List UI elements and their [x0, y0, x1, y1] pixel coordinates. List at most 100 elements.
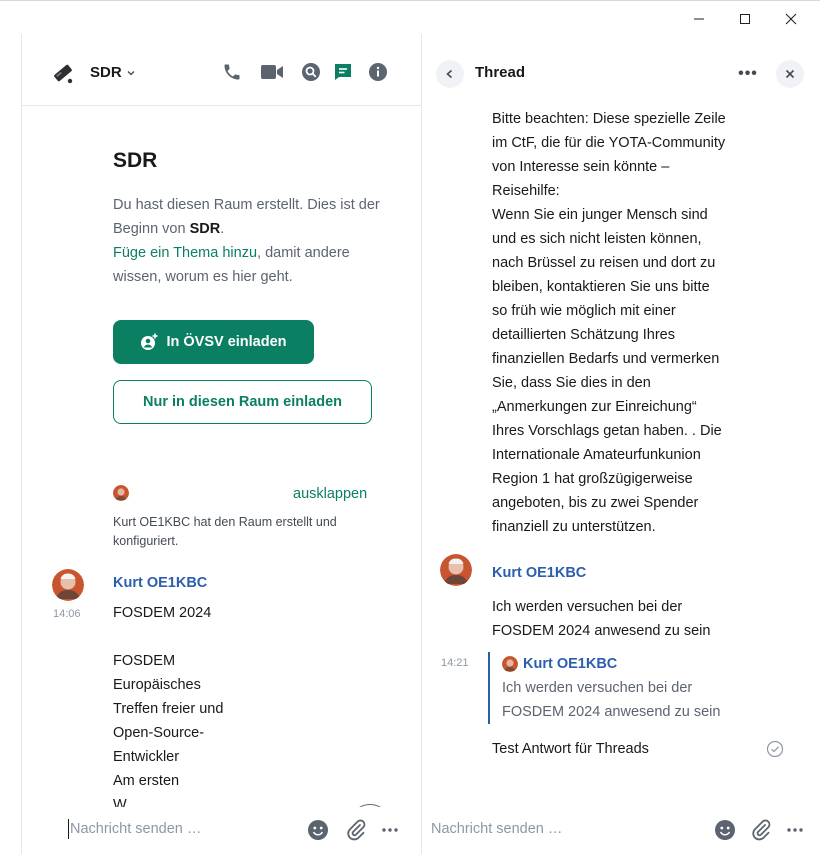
message-line: Europäisches: [113, 677, 201, 693]
thread-line: im CtF, die für die YOTA-Community: [492, 135, 726, 151]
window-titlebar: [0, 0, 820, 34]
room-timeline[interactable]: SDR Du hast diesen Raum erstellt. Dies i…: [22, 107, 421, 807]
message-line: FOSDEM: [113, 653, 176, 669]
thread-line: so früh wie möglich mit einer: [492, 303, 676, 319]
intro-text-prefix: Du hast diesen Raum erstellt. Dies ist d…: [113, 197, 380, 237]
more-options-button[interactable]: [378, 818, 402, 842]
quote-sender: Kurt OE1KBC: [523, 656, 618, 672]
more-icon: [787, 828, 803, 832]
thread-line: Sie, dass Sie dies in den: [492, 375, 651, 391]
room-created-summary: Kurt OE1KBC hat den Raum erstellt und ko…: [113, 515, 337, 548]
thread-header: Thread •••: [422, 34, 820, 106]
room-name: SDR: [90, 64, 122, 81]
reply-line: Ich werden versuchen bei der: [492, 599, 683, 615]
thread-more-options-button[interactable]: [783, 818, 807, 842]
voice-call-button[interactable]: [221, 61, 243, 83]
room-intro-text: Du hast diesen Raum erstellt. Dies ist d…: [113, 193, 393, 289]
thread-options-button[interactable]: •••: [734, 60, 762, 88]
add-topic-link[interactable]: Füge ein Thema hinzu: [113, 245, 257, 261]
thread-line: Bitte beachten: Diese spezielle Zeile: [492, 111, 726, 127]
minimize-button[interactable]: [676, 6, 722, 32]
message-body: FOSDEM 2024 FOSDEM Europäisches Treffen …: [113, 601, 353, 807]
reply-message: Ich werden versuchen bei der FOSDEM 2024…: [492, 595, 782, 643]
close-icon: [785, 13, 797, 25]
close-window-button[interactable]: [768, 6, 814, 32]
room-name-button[interactable]: SDR: [90, 64, 136, 81]
message-timestamp: 14:06: [53, 608, 81, 620]
more-icon: [382, 828, 398, 832]
search-icon: [302, 63, 320, 81]
close-icon: [785, 69, 795, 79]
thread-attach-button[interactable]: [749, 818, 773, 842]
video-call-button[interactable]: [259, 61, 285, 83]
quote-line: FOSDEM 2024 anwesend zu sein: [502, 704, 721, 720]
thread-line: und es sich nicht leisten können,: [492, 231, 702, 247]
reply-sender-avatar[interactable]: [440, 554, 472, 586]
search-button[interactable]: [300, 61, 322, 83]
invite-to-space-label: In ÖVSV einladen: [166, 334, 287, 350]
user-add-icon: [141, 333, 158, 350]
room-message-input[interactable]: Nachricht senden …: [68, 819, 201, 839]
thread-line: Ihres Vorschlags getan haben. . Die: [492, 423, 722, 439]
attach-button[interactable]: [344, 818, 368, 842]
message-line: [113, 625, 353, 649]
threads-button[interactable]: [332, 61, 354, 83]
emoji-button[interactable]: [306, 818, 330, 842]
room-intro-title: SDR: [113, 149, 158, 172]
creator-avatar[interactable]: [113, 485, 129, 501]
read-receipt-icon[interactable]: [766, 740, 784, 758]
reply-line: FOSDEM 2024 anwesend zu sein: [492, 623, 711, 639]
thread-composer: Nachricht senden …: [422, 807, 820, 854]
paperclip-icon: [752, 819, 771, 841]
thread-line: Region 1 hat großzügigerweise: [492, 471, 693, 487]
quote-avatar: [502, 656, 518, 672]
intro-room-name: SDR: [189, 221, 221, 237]
threads-icon: [335, 64, 351, 80]
maximize-icon: [740, 14, 750, 24]
thread-title: Thread: [475, 64, 526, 81]
quoted-message[interactable]: Kurt OE1KBC Ich werden versuchen bei der…: [488, 652, 768, 724]
thread-emoji-button[interactable]: [713, 818, 737, 842]
room-info-button[interactable]: [367, 61, 389, 83]
room-avatar-icon[interactable]: [50, 60, 76, 86]
message-line: Treffen freier und: [113, 701, 224, 717]
maximize-button[interactable]: [722, 6, 768, 32]
emoji-icon: [715, 820, 735, 840]
reply-sender[interactable]: Kurt OE1KBC: [492, 565, 586, 581]
thread-line: Wenn Sie ein junger Mensch sind: [492, 207, 708, 223]
reply-timestamp: 14:21: [441, 657, 469, 669]
sender-avatar[interactable]: [52, 569, 84, 601]
paperclip-icon: [347, 819, 366, 841]
quote-line: Ich werden versuchen bei der: [502, 680, 693, 696]
room-header: SDR: [22, 34, 421, 106]
titlebar-border: [0, 0, 820, 1]
info-icon: [369, 63, 387, 81]
quote-sender-row: Kurt OE1KBC: [502, 652, 768, 676]
message-line: Open-Source-: [113, 725, 205, 741]
message-sender[interactable]: Kurt OE1KBC: [113, 575, 207, 591]
thread-line: finanziellen Bedarfs und vermerken: [492, 351, 720, 367]
thread-panel: Thread ••• Bitte beachten: Diese speziel…: [422, 34, 820, 854]
chevron-left-icon: [446, 69, 453, 79]
thread-message-input[interactable]: Nachricht senden …: [431, 819, 562, 839]
phone-icon: [224, 64, 240, 80]
expand-events-link[interactable]: ausklappen: [293, 486, 367, 502]
thread-line: detaillierten Schätzung Ihres: [492, 327, 675, 343]
message-line: Am ersten: [113, 773, 180, 789]
invite-to-space-button[interactable]: In ÖVSV einladen: [113, 320, 314, 364]
message-line: FOSDEM 2024: [113, 605, 212, 621]
message-line: W...: [113, 797, 138, 807]
thread-close-button[interactable]: [776, 60, 804, 88]
thread-line: nach Brüssel zu reisen und dort zu: [492, 255, 716, 271]
emoji-icon: [308, 820, 328, 840]
invite-to-room-button[interactable]: Nur in diesen Raum einladen: [113, 380, 372, 424]
chevron-down-icon: [127, 70, 135, 75]
thread-line: finanziell zu unterstützen.: [492, 519, 656, 535]
thread-line: Reisehilfe:: [492, 183, 560, 199]
invite-to-room-label: Nur in diesen Raum einladen: [142, 394, 342, 410]
thread-back-button[interactable]: [436, 60, 464, 88]
thread-line: von Interesse sein könnte –: [492, 159, 670, 175]
thread-root-message: Bitte beachten: Diese spezielle Zeile im…: [492, 107, 792, 539]
message-line: Entwickler: [113, 749, 180, 765]
video-icon: [261, 65, 283, 79]
